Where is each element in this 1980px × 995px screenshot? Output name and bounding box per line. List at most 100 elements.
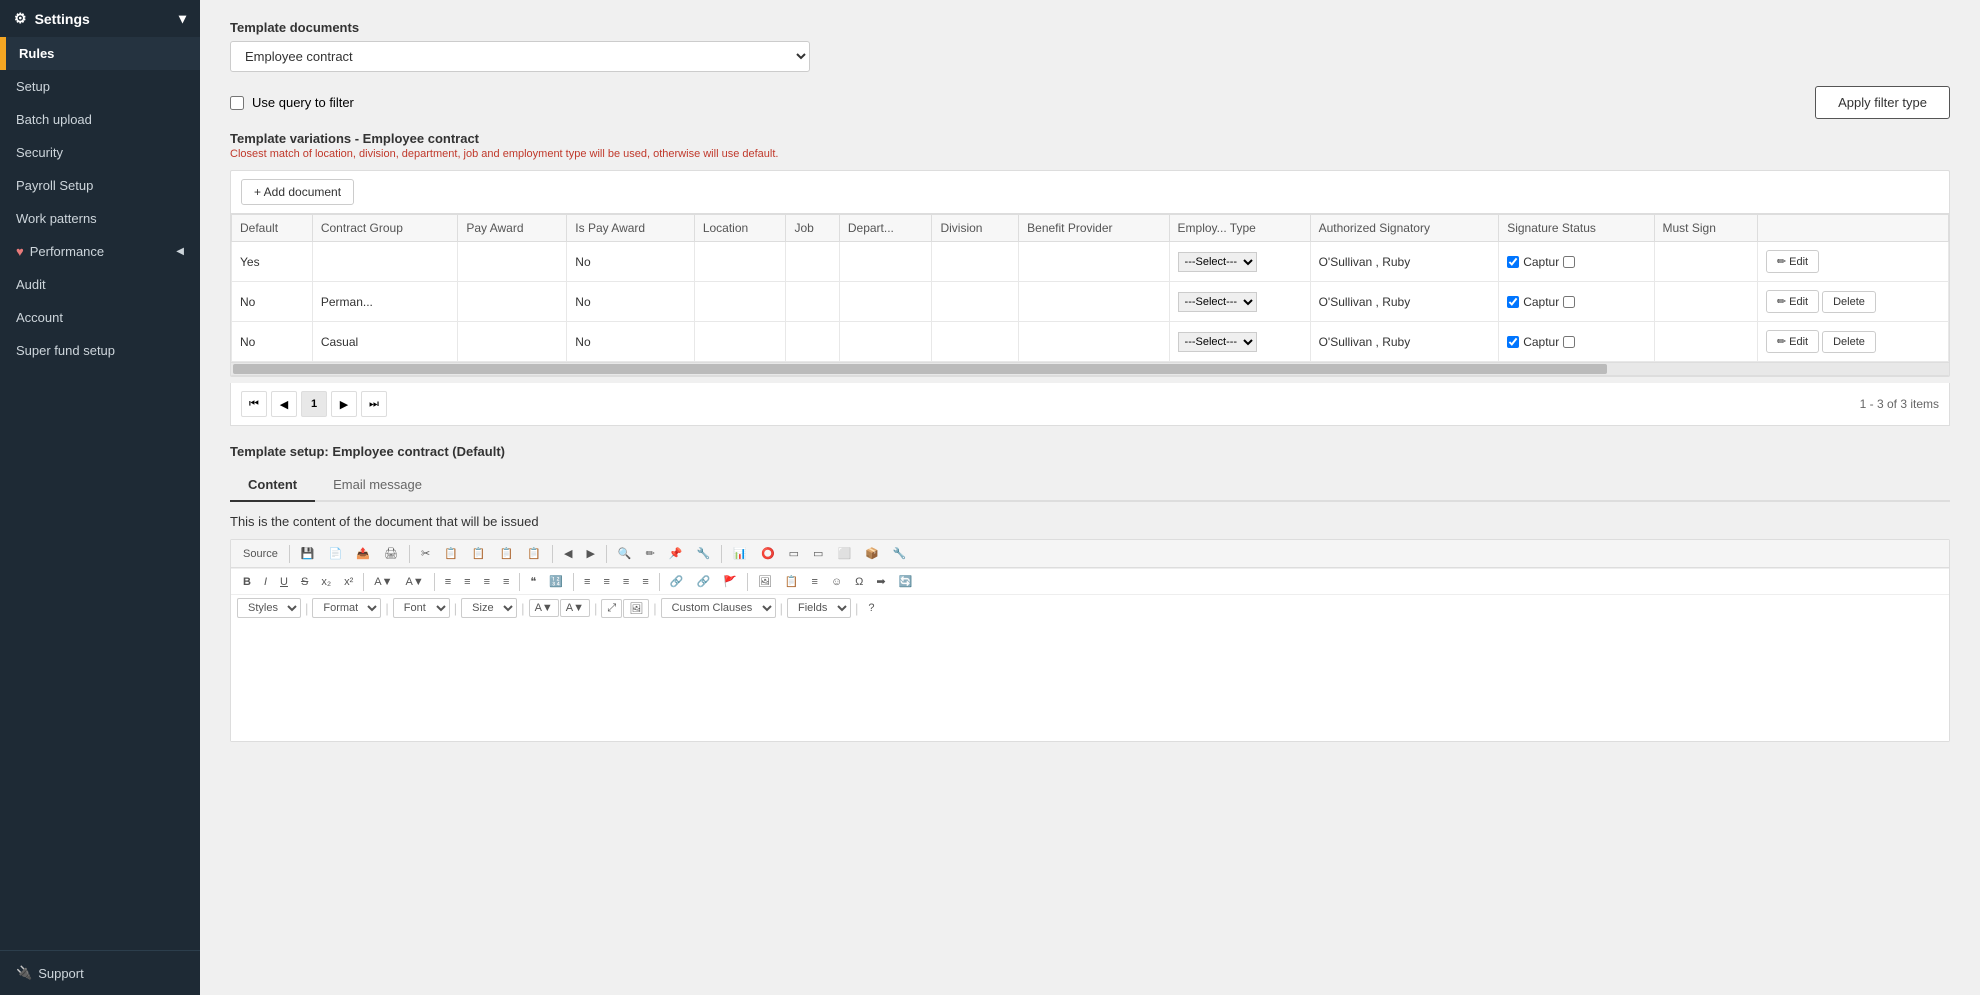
save-button[interactable]: 💾 <box>295 544 321 563</box>
employ-type-select[interactable]: ---Select--- <box>1178 252 1257 272</box>
sidebar-item-rules[interactable]: Rules <box>0 37 200 70</box>
sidebar-item-audit[interactable]: Audit <box>0 268 200 301</box>
cell-employ-type[interactable]: ---Select--- <box>1169 322 1310 362</box>
undo-button[interactable]: ◀ <box>558 544 578 563</box>
link-button[interactable]: 🔗 <box>664 572 690 591</box>
sidebar-item-account[interactable]: Account <box>0 301 200 334</box>
first-page-button[interactable]: ⏮ <box>241 391 267 417</box>
placeholder-button[interactable]: 📌 <box>663 544 689 563</box>
spellcheck-button[interactable]: ✏ <box>640 544 661 563</box>
cell-signature-status[interactable]: Captur <box>1499 282 1654 322</box>
sidebar-item-super-fund-setup[interactable]: Super fund setup <box>0 334 200 367</box>
must-sign-checkbox[interactable] <box>1563 256 1575 268</box>
special-char-button[interactable]: Ω <box>849 573 869 591</box>
cut-button[interactable]: ✂ <box>415 544 436 563</box>
tab-content[interactable]: Content <box>230 469 315 502</box>
font-color-button[interactable]: A▼ <box>529 599 559 617</box>
align-left-button[interactable]: ≡ <box>578 573 596 591</box>
template-select[interactable]: Employee contract <box>230 41 810 72</box>
redo-button[interactable]: ▶ <box>580 544 600 563</box>
sidebar-item-work-patterns[interactable]: Work patterns <box>0 202 200 235</box>
must-sign-checkbox[interactable] <box>1563 336 1575 348</box>
last-page-button[interactable]: ⏭ <box>361 391 387 417</box>
edit-button[interactable]: ✏ Edit <box>1766 290 1819 313</box>
button-btn[interactable]: 🔧 <box>887 544 913 563</box>
prev-page-button[interactable]: ◀ <box>271 391 297 417</box>
sidebar-item-support[interactable]: 🔌 Support <box>0 950 200 995</box>
sidebar-item-security[interactable]: Security <box>0 136 200 169</box>
color-button[interactable]: A▼ <box>368 573 398 591</box>
cell-employ-type[interactable]: ---Select--- <box>1169 282 1310 322</box>
bold-button[interactable]: B <box>237 573 257 591</box>
sidebar-item-batch-upload[interactable]: Batch upload <box>0 103 200 136</box>
format-dropdown[interactable]: Format <box>312 598 381 618</box>
custom-clauses-dropdown[interactable]: Custom Clauses <box>661 598 776 618</box>
new-doc-button[interactable]: 📄 <box>323 544 349 563</box>
horizontal-scrollbar[interactable] <box>231 362 1949 376</box>
div-button[interactable]: 🔢 <box>543 572 569 591</box>
align-center-button[interactable]: ≡ <box>597 573 615 591</box>
font-bgcolor-button[interactable]: A▼ <box>560 599 590 617</box>
apply-filter-button[interactable]: Apply filter type <box>1815 86 1950 119</box>
signature-status-checkbox[interactable] <box>1507 256 1519 268</box>
templates-button[interactable]: 📤 <box>350 544 376 563</box>
add-document-button[interactable]: + Add document <box>241 179 354 205</box>
input-button[interactable]: ▭ <box>783 544 805 563</box>
image-button[interactable]: 🖼 <box>752 572 778 591</box>
table2-button[interactable]: 📋 <box>779 572 805 591</box>
edit-button[interactable]: ✏ Edit <box>1766 330 1819 353</box>
select-button[interactable]: ▭ <box>807 544 829 563</box>
unlink-button[interactable]: 🔗 <box>690 572 716 591</box>
editor-content-area[interactable] <box>231 621 1949 741</box>
table-button[interactable]: 📊 <box>727 544 753 563</box>
align-justify-button[interactable]: ≡ <box>636 573 654 591</box>
show-blocks-button[interactable]: 🖼 <box>623 599 649 618</box>
flash-button[interactable]: 🔧 <box>691 544 717 563</box>
help-button[interactable]: ? <box>862 599 880 617</box>
tab-email-message[interactable]: Email message <box>315 469 440 502</box>
iframe-button[interactable]: 🔄 <box>893 572 919 591</box>
align-right-button[interactable]: ≡ <box>617 573 635 591</box>
cell-employ-type[interactable]: ---Select--- <box>1169 242 1310 282</box>
indent-button[interactable]: ≡ <box>478 573 496 591</box>
italic-button[interactable]: I <box>258 573 273 591</box>
paste-button[interactable]: 📋 <box>466 544 492 563</box>
sidebar-header[interactable]: ⚙ Settings ▾ <box>0 0 200 37</box>
delete-button[interactable]: Delete <box>1822 331 1876 353</box>
must-sign-checkbox[interactable] <box>1563 296 1575 308</box>
cell-actions[interactable]: ✏ EditDelete <box>1757 322 1948 362</box>
employ-type-select[interactable]: ---Select--- <box>1178 332 1257 352</box>
cell-actions[interactable]: ✏ EditDelete <box>1757 282 1948 322</box>
sidebar-item-setup[interactable]: Setup <box>0 70 200 103</box>
fields-dropdown[interactable]: Fields <box>787 598 851 618</box>
paste-word-button[interactable]: 📋 <box>521 544 547 563</box>
bgcolor-button[interactable]: A▼ <box>400 573 430 591</box>
page-1-button[interactable]: 1 <box>301 391 327 417</box>
cell-actions[interactable]: ✏ Edit <box>1757 242 1948 282</box>
radio-button[interactable]: ⭕ <box>755 544 781 563</box>
subscript-button[interactable]: x₂ <box>315 573 337 591</box>
edit-button[interactable]: ✏ Edit <box>1766 250 1819 273</box>
cell-signature-status[interactable]: Captur <box>1499 242 1654 282</box>
delete-button[interactable]: Delete <box>1822 291 1876 313</box>
maximize-button[interactable]: ⤢ <box>601 599 622 618</box>
sidebar-item-payroll-setup[interactable]: Payroll Setup <box>0 169 200 202</box>
next-page-button[interactable]: ▶ <box>331 391 357 417</box>
print-button[interactable]: 🖨 <box>378 544 404 563</box>
copy-button[interactable]: 📋 <box>438 544 464 563</box>
checkbox-btn[interactable]: 📦 <box>859 544 885 563</box>
pagebreak-button[interactable]: ➡ <box>870 572 891 591</box>
blockquote-button[interactable]: ❝ <box>524 572 542 591</box>
signature-status-checkbox[interactable] <box>1507 336 1519 348</box>
use-query-checkbox[interactable] <box>230 96 244 110</box>
employ-type-select[interactable]: ---Select--- <box>1178 292 1257 312</box>
strikethrough-button[interactable]: S <box>295 573 314 591</box>
underline-button[interactable]: U <box>274 573 294 591</box>
paste-text-button[interactable]: 📋 <box>494 544 520 563</box>
styles-dropdown[interactable]: Styles <box>237 598 301 618</box>
outdent-button[interactable]: ≡ <box>497 573 515 591</box>
sidebar-item-performance[interactable]: ♥ Performance ◀ <box>0 235 200 268</box>
find-button[interactable]: 🔍 <box>612 544 638 563</box>
ol-button[interactable]: ≡ <box>439 573 457 591</box>
ul-button[interactable]: ≡ <box>458 573 476 591</box>
